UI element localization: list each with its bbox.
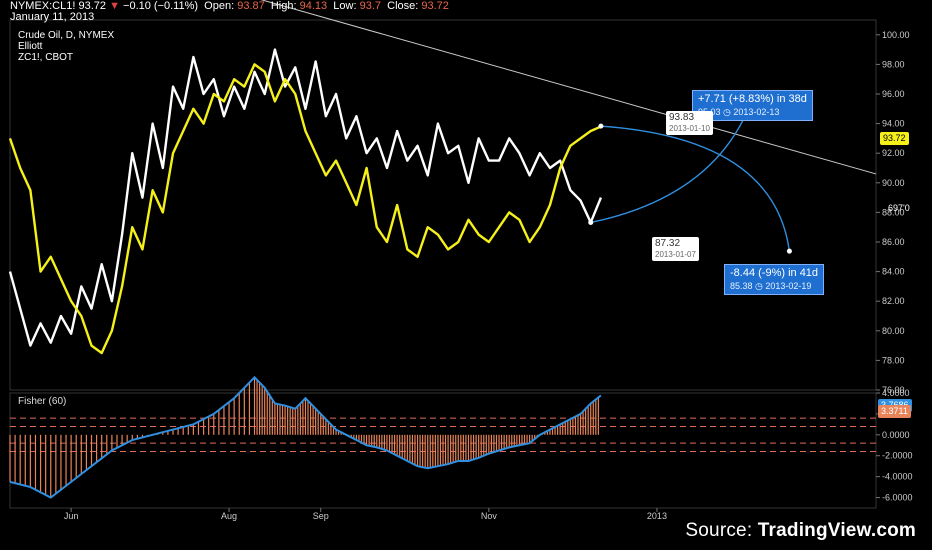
price-tick-label: 80.00 bbox=[882, 326, 905, 336]
main-plot bbox=[8, 48, 603, 355]
time-tick-label: Aug bbox=[221, 511, 237, 521]
price-tick-label: 82.00 bbox=[882, 296, 905, 306]
low-point-tag[interactable]: 87.32 2013-01-07 bbox=[652, 237, 699, 261]
price-tick-label: 98.00 bbox=[882, 59, 905, 69]
low-point-marker bbox=[588, 219, 594, 225]
down-arrow-icon: ▼ bbox=[109, 0, 120, 12]
time-tick-label: Sep bbox=[313, 511, 329, 521]
close-value: 93.72 bbox=[421, 0, 449, 12]
price-tick-label: 94.00 bbox=[882, 119, 905, 129]
projection-down-curve bbox=[600, 125, 791, 252]
source-prefix: Source: bbox=[685, 520, 758, 541]
fisher-tick-label: -2.0000 bbox=[882, 451, 913, 461]
legend-compare[interactable]: ZC1!, CBOT bbox=[18, 52, 73, 63]
fisher-tick-label: 4.0000 bbox=[882, 388, 910, 398]
price-tick-label: 90.00 bbox=[882, 178, 905, 188]
legend-study[interactable]: Elliott bbox=[18, 41, 42, 52]
fisher-legend[interactable]: Fisher (60) bbox=[18, 396, 66, 407]
low-point-value: 87.32 bbox=[655, 238, 681, 249]
fisher-tick-label: -6.0000 bbox=[882, 493, 913, 503]
time-tick-label: Nov bbox=[481, 511, 498, 521]
projection-down-point bbox=[786, 248, 792, 254]
high-point-marker bbox=[598, 123, 604, 129]
projection-down-sub: 85.38 ◷ 2013-02-19 bbox=[730, 281, 812, 291]
source-brand: TradingView.com bbox=[757, 520, 916, 541]
high-value: 94.13 bbox=[299, 0, 328, 12]
price-tick-label: 92.00 bbox=[882, 148, 905, 158]
compare-badge: 697'0 bbox=[888, 203, 910, 213]
open-label: Open: bbox=[204, 0, 235, 12]
projection-down-text: -8.44 (-9%) in 41d bbox=[730, 267, 819, 279]
projection-up-text: +7.71 (+8.83%) in 38d bbox=[698, 93, 807, 105]
low-label: Low: bbox=[333, 0, 357, 12]
fisher-badge-b: 3.3711 bbox=[878, 405, 911, 418]
price-tick-label: 86.00 bbox=[882, 237, 905, 247]
last-price-badge: 93.72 bbox=[880, 132, 909, 145]
price-change: −0.10 (−0.11%) bbox=[123, 0, 199, 12]
high-point-tag[interactable]: 93.83 2013-01-10 bbox=[666, 111, 713, 135]
price-tick-label: 100.00 bbox=[882, 30, 910, 40]
time-axis: Jun Aug Sep Nov 2013 bbox=[64, 508, 667, 521]
open-value: 93.87 bbox=[237, 0, 265, 12]
high-label: High: bbox=[270, 0, 297, 12]
legend-main[interactable]: Crude Oil, D, NYMEX bbox=[18, 30, 114, 41]
price-tick-label: 84.00 bbox=[882, 267, 905, 277]
descending-trend-line bbox=[260, 0, 877, 175]
main-frame bbox=[9, 19, 877, 391]
close-label: Close: bbox=[387, 0, 419, 12]
price-tick-label: 78.00 bbox=[882, 355, 905, 365]
fisher-tick-label: -4.0000 bbox=[882, 472, 913, 482]
projection-down-box[interactable]: -8.44 (-9%) in 41d 85.38 ◷ 2013-02-19 bbox=[724, 264, 825, 295]
low-value: 93.7 bbox=[359, 0, 381, 12]
fisher-tick-label: 0.0000 bbox=[882, 430, 910, 440]
projection-up-sub: 95.03 ◷ 2013-02-13 bbox=[698, 107, 780, 117]
price-tick-label: 96.00 bbox=[882, 89, 905, 99]
high-point-date: 2013-01-10 bbox=[669, 124, 710, 133]
date-readout: January 11, 2013 bbox=[10, 11, 95, 23]
crude-oil-line bbox=[8, 48, 603, 347]
time-tick-label: 2013 bbox=[647, 511, 667, 521]
trend-line bbox=[260, 0, 877, 175]
high-point-value: 93.83 bbox=[669, 112, 695, 123]
low-point-date: 2013-01-07 bbox=[655, 250, 696, 259]
source-credit: Source: TradingView.com bbox=[685, 520, 916, 542]
fisher-plot bbox=[9, 375, 876, 499]
time-tick-label: Jun bbox=[64, 511, 79, 521]
